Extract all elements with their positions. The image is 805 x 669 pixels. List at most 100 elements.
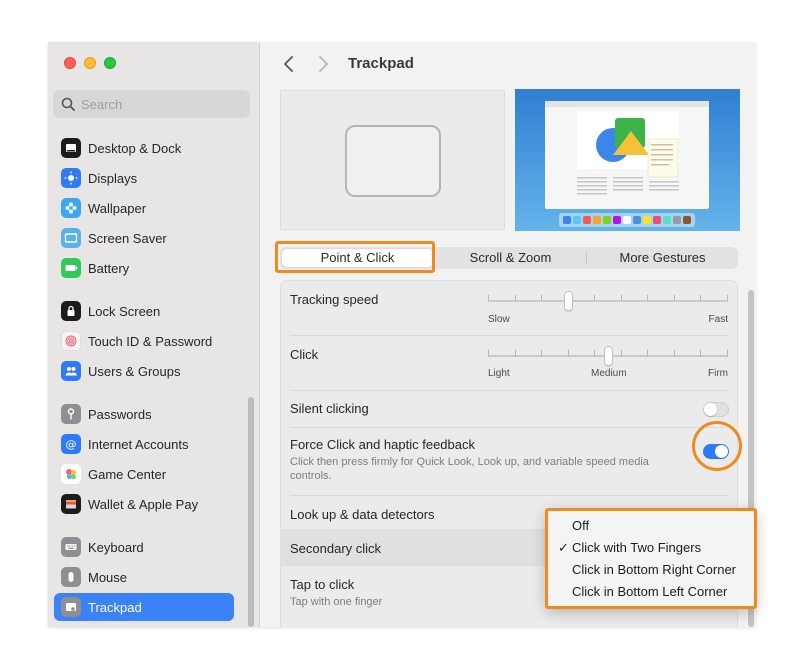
force-click-description: Click then press firmly for Quick Look, …: [290, 456, 649, 482]
secondary-click-label: Secondary click: [290, 541, 382, 556]
slider-thumb[interactable]: [564, 291, 573, 311]
dock-icon: [61, 138, 81, 158]
highlight-circle-toggle: [692, 421, 742, 471]
game-center-icon: [61, 464, 81, 484]
users-icon: [61, 361, 81, 381]
tab-more-gestures[interactable]: More Gestures: [587, 247, 738, 269]
slider-tick: [541, 350, 542, 356]
flower-icon: [61, 198, 81, 218]
sidebar-item-mouse[interactable]: Mouse: [54, 563, 234, 591]
slider-tick: [727, 350, 728, 356]
sidebar-item-passwords[interactable]: Passwords: [54, 400, 234, 428]
sidebar-scrollbar[interactable]: [248, 397, 254, 627]
sidebar-item-label: Mouse: [88, 569, 128, 585]
search-icon: [61, 97, 75, 111]
slider-track: [488, 300, 728, 302]
screen-icon: [61, 228, 81, 248]
slider-tick: [674, 350, 675, 356]
search-box[interactable]: [53, 90, 250, 118]
battery-icon: [61, 258, 81, 278]
keyboard-icon: [61, 537, 81, 557]
sun-icon: [61, 168, 81, 188]
slider-tick: [488, 350, 489, 356]
sidebar-item-trackpad[interactable]: Trackpad: [54, 593, 234, 621]
sidebar-item-label: Lock Screen: [88, 303, 161, 319]
slider-tick: [515, 350, 516, 356]
toggle-knob: [704, 403, 717, 416]
sidebar-item-battery[interactable]: Battery: [54, 254, 234, 282]
medium-label: Medium: [591, 368, 627, 379]
slider-tick: [515, 295, 516, 301]
tap-to-click-description: Tap with one finger: [290, 596, 383, 608]
svg-text:@: @: [66, 438, 77, 451]
sidebar-item-internet-accounts[interactable]: @ Internet Accounts: [54, 430, 234, 458]
sidebar-item-label: Wallet & Apple Pay: [88, 496, 199, 512]
fast-label: Fast: [708, 314, 728, 325]
sidebar-item-desktop-dock[interactable]: Desktop & Dock: [54, 134, 234, 162]
sidebar-item-lock-screen[interactable]: Lock Screen: [54, 297, 234, 325]
slider-tick: [568, 350, 569, 356]
slider-tick: [674, 295, 675, 301]
silent-clicking-toggle[interactable]: [703, 402, 729, 417]
at-icon: @: [61, 434, 81, 454]
highlight-box-tab: [275, 241, 435, 273]
sidebar-item-displays[interactable]: Displays: [54, 164, 234, 192]
tracking-speed-slider[interactable]: [488, 291, 728, 311]
look-up-label: Look up & data detectors: [290, 507, 435, 522]
sidebar-item-label: Internet Accounts: [88, 436, 189, 452]
tab-scroll-zoom[interactable]: Scroll & Zoom: [435, 247, 586, 269]
tracking-speed-row: Tracking speed Slow Fast: [290, 288, 728, 336]
click-row: Click Light Medium Firm: [290, 336, 728, 391]
forward-arrow-icon[interactable]: [315, 54, 331, 74]
click-label: Click: [290, 347, 319, 362]
sidebar-item-label: Desktop & Dock: [88, 140, 182, 156]
sidebar: Desktop & Dock Displays Wallpaper Screen…: [48, 42, 260, 627]
slider-thumb[interactable]: [604, 346, 613, 366]
sidebar-item-keyboard[interactable]: Keyboard: [54, 533, 234, 561]
silent-clicking-row: Silent clicking: [290, 391, 729, 428]
sidebar-item-label: Displays: [88, 170, 138, 186]
key-icon: [61, 404, 81, 424]
click-pressure-slider[interactable]: [488, 346, 728, 366]
gesture-preview-trackpad: [280, 90, 505, 230]
slider-tick: [594, 295, 595, 301]
slider-tick: [647, 350, 648, 356]
trackpad-icon: [61, 597, 81, 617]
page-title: Trackpad: [348, 55, 414, 72]
sidebar-item-users-groups[interactable]: Users & Groups: [54, 357, 234, 385]
sidebar-item-label: Battery: [88, 260, 130, 276]
sidebar-item-label: Users & Groups: [88, 363, 181, 379]
slider-tick: [594, 350, 595, 356]
sidebar-item-wallet[interactable]: Wallet & Apple Pay: [54, 490, 234, 518]
slider-tick: [621, 350, 622, 356]
mouse-icon: [61, 567, 81, 587]
highlight-box-menu: [545, 508, 757, 609]
sidebar-item-label: Trackpad: [88, 599, 142, 615]
tap-to-click-label: Tap to click: [290, 577, 355, 592]
sidebar-item-label: Keyboard: [88, 539, 144, 555]
sidebar-item-screen-saver[interactable]: Screen Saver: [54, 224, 234, 252]
fingerprint-icon: [61, 331, 81, 351]
zoom-window-button[interactable]: [104, 57, 116, 69]
search-input[interactable]: [81, 96, 241, 112]
silent-clicking-label: Silent clicking: [290, 401, 369, 416]
tracking-speed-label: Tracking speed: [290, 292, 379, 307]
minimize-window-button[interactable]: [84, 57, 96, 69]
slider-tick: [700, 350, 701, 356]
back-arrow-icon[interactable]: [281, 54, 297, 74]
sidebar-item-label: Wallpaper: [88, 200, 147, 216]
lock-icon: [61, 301, 81, 321]
sidebar-item-label: Touch ID & Password: [88, 333, 213, 349]
trackpad-illustration: [345, 125, 441, 197]
force-click-row: Force Click and haptic feedback Click th…: [290, 428, 729, 496]
sidebar-item-wallpaper[interactable]: Wallpaper: [54, 194, 234, 222]
close-window-button[interactable]: [64, 57, 76, 69]
sidebar-item-game-center[interactable]: Game Center: [54, 460, 234, 488]
sidebar-item-label: Game Center: [88, 466, 167, 482]
sidebar-item-touch-id[interactable]: Touch ID & Password: [54, 327, 234, 355]
slider-tick: [621, 295, 622, 301]
sidebar-item-label: Passwords: [88, 406, 152, 422]
slider-tick: [541, 295, 542, 301]
wallet-icon: [61, 494, 81, 514]
desktop-preview-illustration: [515, 89, 740, 231]
